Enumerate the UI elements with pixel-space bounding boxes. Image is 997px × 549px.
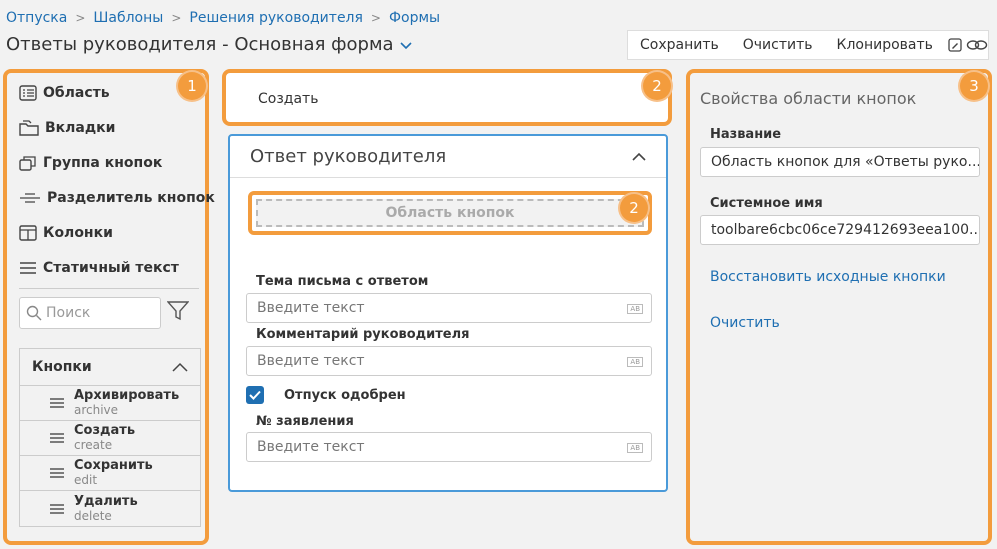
breadcrumb-manager-decisions[interactable]: Решения руководителя: [189, 10, 363, 26]
element-columns-label: Колонки: [43, 225, 113, 241]
chevron-down-icon[interactable]: [399, 39, 412, 53]
input-placeholder: Введите текст: [257, 353, 365, 369]
tabs-icon: [19, 120, 39, 136]
vacation-approved-checkbox[interactable]: Отпуск одобрен: [246, 386, 406, 404]
list-item[interactable]: Удалить delete: [20, 491, 200, 526]
element-button-separator-label: Разделитель кнопок: [47, 190, 215, 206]
save-button[interactable]: Сохранить: [628, 37, 731, 53]
element-button-separator[interactable]: Разделитель кнопок: [19, 190, 215, 206]
application-number-input[interactable]: Введите текст AB: [246, 432, 652, 462]
list-item[interactable]: Сохранить edit: [20, 456, 200, 491]
checkmark-icon[interactable]: [246, 386, 264, 404]
element-button-group-label: Группа кнопок: [43, 155, 163, 171]
search-placeholder: Поиск: [46, 305, 91, 321]
clone-button[interactable]: Клонировать: [825, 37, 945, 53]
separator-icon: [20, 193, 40, 203]
button-label: Создать: [74, 423, 136, 438]
restore-buttons-link[interactable]: Восстановить исходные кнопки: [710, 269, 946, 285]
page-title[interactable]: Ответы руководителя - Основная форма: [6, 34, 412, 55]
buttons-group-title: Кнопки: [32, 359, 92, 375]
chevron-up-icon: [172, 362, 188, 372]
text-type-icon: AB: [627, 357, 643, 367]
field-label: Тема письма с ответом: [256, 274, 429, 289]
callout-badge-1: 1: [178, 72, 206, 100]
reply-subject-input[interactable]: Введите текст AB: [246, 293, 652, 323]
properties-title: Свойства области кнопок: [700, 89, 917, 108]
element-area-label: Область: [43, 85, 110, 101]
button-code: delete: [74, 508, 112, 523]
button-area-highlight: Область кнопок: [248, 191, 652, 235]
search-input[interactable]: Поиск: [19, 297, 161, 329]
area-icon: [19, 85, 37, 101]
edit-icon[interactable]: [945, 31, 966, 59]
clear-link[interactable]: Очистить: [710, 315, 780, 331]
button-label: Архивировать: [74, 388, 180, 403]
chevron-right-icon: >: [171, 11, 182, 25]
element-static-text-label: Статичный текст: [43, 260, 179, 276]
button-label: Сохранить: [74, 458, 153, 473]
card-header[interactable]: Ответ руководителя: [230, 136, 666, 178]
header-toolbar: Сохранить Очистить Клонировать: [627, 30, 989, 60]
element-area[interactable]: Область: [19, 85, 110, 101]
drag-handle-icon: [50, 468, 64, 478]
columns-icon: [19, 225, 37, 241]
buttons-group: Кнопки Архивировать archive Создать create…: [19, 348, 201, 527]
page-title-text: Ответы руководителя - Основная форма: [6, 34, 394, 55]
button-group-icon: [19, 156, 36, 171]
element-tabs-label: Вкладки: [45, 120, 116, 136]
button-code: archive: [74, 403, 119, 417]
drag-handle-icon: [50, 433, 64, 443]
system-name-input[interactable]: toolbare6cbc06ce729412693eea100...: [700, 215, 980, 245]
elements-panel: Область Вкладки Группа кнопок Разделител…: [3, 69, 215, 545]
chevron-right-icon: >: [75, 11, 86, 25]
element-static-text[interactable]: Статичный текст: [19, 260, 179, 276]
search-icon: [26, 305, 42, 321]
create-button[interactable]: Создать: [258, 91, 318, 107]
element-columns[interactable]: Колонки: [19, 225, 113, 241]
properties-panel: Свойства области кнопок Название Область…: [686, 69, 992, 545]
text-type-icon: AB: [627, 443, 643, 453]
clear-button[interactable]: Очистить: [731, 37, 825, 53]
system-name-label: Системное имя: [710, 196, 823, 211]
name-input[interactable]: Область кнопок для «Ответы руко...: [700, 147, 980, 177]
manager-comment-input[interactable]: Введите текст AB: [246, 346, 652, 376]
breadcrumb-forms[interactable]: Формы: [389, 10, 440, 26]
list-item[interactable]: Создать create: [20, 421, 200, 456]
breadcrumb-templates[interactable]: Шаблоны: [93, 10, 163, 26]
drag-handle-icon: [50, 503, 64, 514]
filter-icon[interactable]: [166, 301, 190, 325]
card-title: Ответ руководителя: [250, 146, 447, 167]
element-tabs[interactable]: Вкладки: [19, 120, 116, 136]
text-type-icon: AB: [627, 304, 643, 314]
drag-handle-icon: [50, 398, 64, 408]
button-code: create: [74, 438, 113, 452]
button-area[interactable]: Область кнопок: [256, 199, 644, 227]
name-label: Название: [710, 127, 782, 142]
input-placeholder: Введите текст: [257, 439, 365, 455]
callout-badge-2: 2: [643, 72, 671, 100]
divider: [19, 288, 199, 289]
toolbar-area: Создать: [222, 69, 672, 126]
form-card: Ответ руководителя Область кнопок Тема п…: [228, 134, 668, 492]
field-label: № заявления: [256, 414, 354, 429]
list-item[interactable]: Архивировать archive: [20, 386, 200, 421]
callout-badge-2b: 2: [620, 194, 648, 222]
breadcrumb-vacations[interactable]: Отпуска: [6, 10, 67, 26]
static-text-icon: [20, 262, 36, 274]
chevron-up-icon: [632, 152, 646, 161]
button-label: Удалить: [74, 493, 138, 509]
checkbox-label: Отпуск одобрен: [284, 387, 406, 403]
breadcrumb: Отпуска > Шаблоны > Решения руководителя…: [6, 10, 440, 26]
callout-badge-3: 3: [960, 72, 988, 100]
button-code: edit: [74, 473, 98, 487]
link-icon[interactable]: [966, 31, 988, 59]
buttons-group-header[interactable]: Кнопки: [20, 349, 200, 386]
field-label: Комментарий руководителя: [256, 327, 470, 342]
chevron-right-icon: >: [370, 11, 381, 25]
input-placeholder: Введите текст: [257, 300, 365, 316]
element-button-group[interactable]: Группа кнопок: [19, 155, 162, 171]
